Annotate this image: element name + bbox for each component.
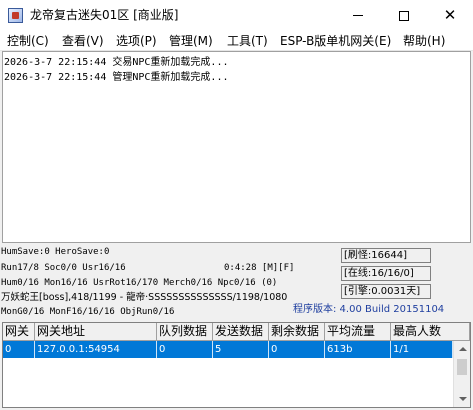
vertical-scrollbar[interactable] [453, 341, 470, 407]
log-textarea[interactable]: 2026-3-7 22:15:44 交易NPC重新加载完成... 2026-3-… [2, 51, 471, 243]
status-run: Run17/8 Soc0/0 Usr16/16 [1, 263, 126, 273]
close-icon: ✕ [443, 6, 457, 24]
version-label: 程序版本: 4.00 Build 20151104 [293, 304, 445, 315]
log-line: 2026-3-7 22:15:44 交易NPC重新加载完成... [4, 57, 229, 68]
log-line: 2026-3-7 22:15:44 管理NPC重新加载完成... [4, 72, 229, 83]
status-objects: MonG0/16 MonF16/16/16 ObjRun0/16 [1, 307, 175, 317]
app-icon [8, 8, 23, 23]
engine-uptime: [引擎:0.0031天] [341, 284, 431, 299]
scroll-down-icon[interactable] [459, 397, 467, 401]
minimize-icon [353, 15, 363, 16]
cell-sent: 5 [213, 341, 269, 358]
table-row[interactable]: 0 127.0.0.1:54954 0 5 0 613b 1/1 [3, 341, 453, 358]
cell-address: 127.0.0.1:54954 [35, 341, 157, 358]
menu-control[interactable]: 控制(C) [7, 34, 49, 48]
maximize-icon [399, 10, 409, 21]
menu-tools[interactable]: 工具(T) [227, 34, 268, 48]
title-bar: 龙帝复古迷失01区 [商业版] ✕ [0, 0, 473, 31]
cell-max-users: 1/1 [391, 341, 453, 358]
maximize-button[interactable] [381, 0, 427, 31]
col-avg-traffic[interactable]: 平均流量 [325, 323, 391, 341]
status-time: 0:4:28 [M][F] [224, 263, 295, 273]
minimize-button[interactable] [335, 0, 381, 31]
close-button[interactable]: ✕ [427, 0, 473, 31]
menu-bar: 控制(C) 查看(V) 选项(P) 管理(M) 工具(T) ESP-B版单机网关… [0, 31, 473, 51]
status-counts: Hum0/16 Mon16/16 UsrRot16/170 Merch0/16 … [1, 278, 278, 288]
status-save: HumSave:0 HeroSave:0 [1, 247, 110, 257]
col-remaining-data[interactable]: 剩余数据 [269, 323, 325, 341]
status-boss: 万妖蛇王[boss],418/1199 - 龍帝·SSSSSSSSSSSSSS/… [1, 292, 288, 303]
refresh-counter: [刷怪:16644] [341, 248, 431, 263]
cell-remaining: 0 [269, 341, 325, 358]
menu-manage[interactable]: 管理(M) [169, 34, 213, 48]
cell-gateway: 0 [3, 341, 35, 358]
scroll-up-icon[interactable] [459, 347, 467, 351]
gateway-table: 网关 网关地址 队列数据 发送数据 剩余数据 平均流量 最高人数 0 127.0… [2, 322, 471, 408]
window-title: 龙帝复古迷失01区 [商业版] [30, 8, 179, 22]
col-sent-data[interactable]: 发送数据 [213, 323, 269, 341]
online-counter: [在线:16/16/0] [341, 266, 431, 281]
cell-traffic: 613b [325, 341, 391, 358]
col-gateway-address[interactable]: 网关地址 [35, 323, 157, 341]
cell-queue: 0 [157, 341, 213, 358]
menu-gateway[interactable]: ESP-B版单机网关(E) [280, 34, 391, 48]
col-gateway[interactable]: 网关 [3, 323, 35, 341]
menu-view[interactable]: 查看(V) [62, 34, 104, 48]
col-max-users[interactable]: 最高人数 [391, 323, 470, 341]
menu-options[interactable]: 选项(P) [116, 34, 157, 48]
col-queue-data[interactable]: 队列数据 [157, 323, 213, 341]
scroll-thumb[interactable] [457, 359, 467, 375]
menu-help[interactable]: 帮助(H) [403, 34, 445, 48]
